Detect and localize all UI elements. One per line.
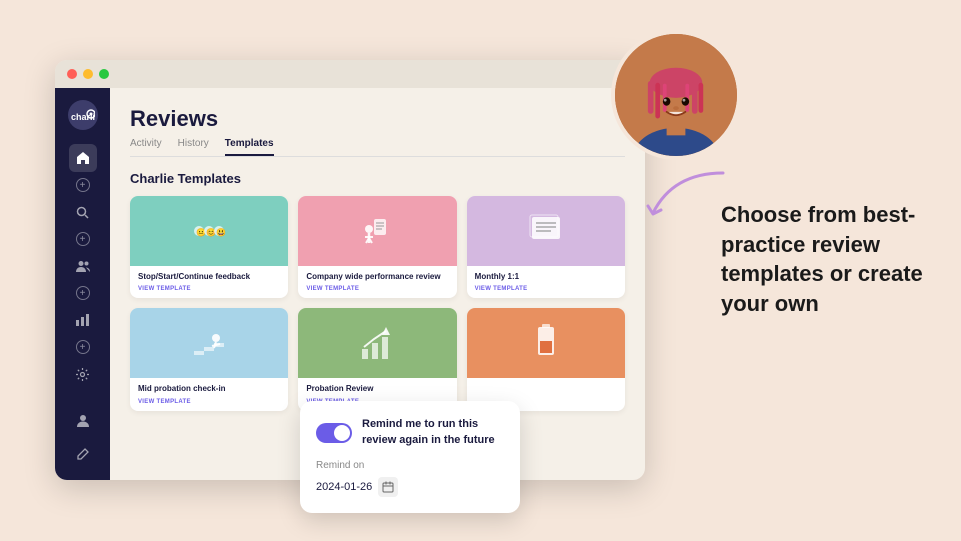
date-input-row: 2024-01-26 — [316, 477, 504, 497]
right-text: Choose from best-practice review templat… — [721, 200, 931, 319]
sidebar-user-icon[interactable] — [69, 406, 97, 434]
view-template-btn-4[interactable]: VIEW TEMPLATE — [138, 399, 280, 405]
traffic-light-red[interactable] — [67, 69, 77, 79]
sidebar-bottom — [69, 406, 97, 468]
sidebar-chart-icon[interactable] — [69, 306, 97, 334]
card-body-4: Mid probation check-in VIEW TEMPLATE — [130, 378, 288, 410]
template-card-6[interactable] — [467, 308, 625, 410]
card-body-2: Company wide performance review VIEW TEM… — [298, 266, 456, 298]
svg-text:😃: 😃 — [216, 228, 226, 237]
popup-header: Remind me to run this review again in th… — [316, 417, 504, 448]
sidebar-people-icon[interactable] — [69, 252, 97, 280]
sidebar-gear-icon[interactable] — [69, 360, 97, 388]
sidebar: charlie + + — [55, 88, 110, 480]
sidebar-plus-3[interactable]: + — [76, 286, 90, 300]
sidebar-edit-icon[interactable] — [69, 440, 97, 468]
toggle-knob — [334, 425, 350, 441]
template-card-3[interactable]: Monthly 1:1 VIEW TEMPLATE — [467, 196, 625, 298]
card-header-5 — [298, 308, 456, 378]
sidebar-plus-4[interactable]: + — [76, 340, 90, 354]
tab-activity[interactable]: Activity — [130, 138, 162, 156]
toggle-switch[interactable] — [316, 423, 352, 443]
view-template-btn-1[interactable]: VIEW TEMPLATE — [138, 286, 280, 292]
arrow-decoration — [643, 168, 733, 228]
card-header-1: 😐 😊 😃 — [130, 196, 288, 266]
remind-on-label: Remind on — [316, 460, 504, 471]
sidebar-home-icon[interactable] — [69, 144, 97, 172]
popup-card: Remind me to run this review again in th… — [300, 401, 520, 513]
card-header-6 — [467, 308, 625, 378]
template-card-1[interactable]: 😐 😊 😃 Stop/Start/Continue feedback VIEW … — [130, 196, 288, 298]
card-header-4 — [130, 308, 288, 378]
templates-grid: 😐 😊 😃 Stop/Start/Continue feedback VIEW … — [130, 196, 625, 411]
right-text-container: Choose from best-practice review templat… — [721, 200, 931, 319]
browser-titlebar — [55, 60, 645, 88]
section-title: Charlie Templates — [130, 171, 625, 186]
calendar-icon[interactable] — [378, 477, 398, 497]
card-body-6 — [467, 378, 625, 394]
card-header-3 — [467, 196, 625, 266]
template-card-2[interactable]: Company wide performance review VIEW TEM… — [298, 196, 456, 298]
tabs: Activity History Templates — [130, 138, 625, 157]
card-name-5: Probation Review — [306, 384, 448, 394]
card-name-1: Stop/Start/Continue feedback — [138, 272, 280, 282]
popup-title: Remind me to run this review again in th… — [362, 417, 504, 448]
sidebar-plus-1[interactable]: + — [76, 178, 90, 192]
template-card-5[interactable]: Probation Review VIEW TEMPLATE — [298, 308, 456, 410]
sidebar-plus-2[interactable]: + — [76, 232, 90, 246]
card-name-3: Monthly 1:1 — [475, 272, 617, 282]
sidebar-search-icon[interactable] — [69, 198, 97, 226]
traffic-light-green[interactable] — [99, 69, 109, 79]
card-body-1: Stop/Start/Continue feedback VIEW TEMPLA… — [130, 266, 288, 298]
page-title: Reviews — [130, 106, 625, 132]
scene: charlie + + — [0, 0, 961, 541]
view-template-btn-3[interactable]: VIEW TEMPLATE — [475, 286, 617, 292]
sidebar-logo: charlie — [68, 100, 98, 130]
date-value[interactable]: 2024-01-26 — [316, 481, 372, 493]
tab-templates[interactable]: Templates — [225, 138, 274, 156]
card-header-2 — [298, 196, 456, 266]
view-template-btn-2[interactable]: VIEW TEMPLATE — [306, 286, 448, 292]
card-name-2: Company wide performance review — [306, 272, 448, 282]
tab-history[interactable]: History — [178, 138, 209, 156]
card-name-4: Mid probation check-in — [138, 384, 280, 394]
traffic-light-yellow[interactable] — [83, 69, 93, 79]
template-card-4[interactable]: Mid probation check-in VIEW TEMPLATE — [130, 308, 288, 410]
card-body-3: Monthly 1:1 VIEW TEMPLATE — [467, 266, 625, 298]
avatar — [611, 30, 741, 160]
